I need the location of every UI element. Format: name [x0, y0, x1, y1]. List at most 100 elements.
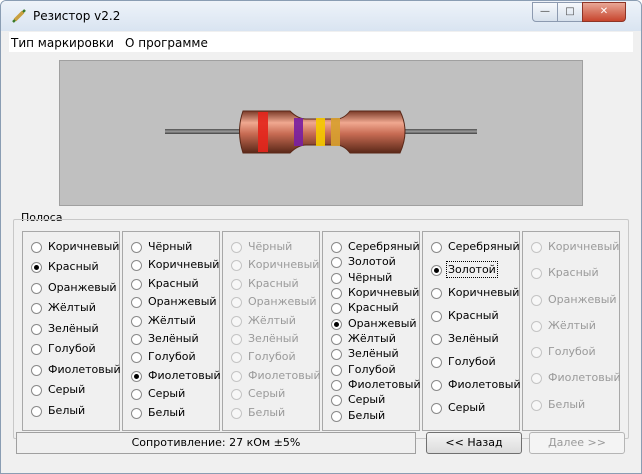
radio-button-icon[interactable]	[431, 380, 442, 391]
radio-button-icon[interactable]	[431, 265, 442, 276]
band-option-label: Фиолетовый	[248, 369, 321, 382]
band-option-label: Голубой	[248, 350, 296, 363]
radio-button-icon[interactable]	[31, 324, 42, 335]
radio-button-icon[interactable]	[331, 273, 342, 284]
radio-button-icon[interactable]	[31, 344, 42, 355]
radio-button-icon[interactable]	[31, 303, 42, 314]
band-option-label: Голубой	[148, 350, 196, 363]
radio-button-icon[interactable]	[331, 349, 342, 360]
band-option-label: Белый	[348, 409, 386, 422]
radio-button-icon[interactable]	[331, 365, 342, 376]
radio-button-icon[interactable]	[31, 262, 42, 273]
radio-button-icon[interactable]	[431, 357, 442, 368]
radio-button-icon[interactable]	[231, 316, 242, 327]
radio-button-icon[interactable]	[531, 400, 542, 411]
radio-button-icon[interactable]	[31, 242, 42, 253]
band-option-label: Коричневый	[448, 286, 520, 299]
radio-button-icon[interactable]	[531, 373, 542, 384]
radio-button-icon[interactable]	[331, 303, 342, 314]
radio-button-icon[interactable]	[231, 279, 242, 290]
resistor-lead-right	[405, 129, 477, 134]
band-option-label: Серый	[48, 383, 86, 396]
radio-button-icon[interactable]	[331, 288, 342, 299]
radio-button-icon[interactable]	[231, 389, 242, 400]
radio-button-icon[interactable]	[531, 268, 542, 279]
band-option-label: Красный	[248, 277, 299, 290]
radio-button-icon[interactable]	[131, 297, 142, 308]
radio-button-icon[interactable]	[231, 352, 242, 363]
radio-button-icon[interactable]	[131, 334, 142, 345]
radio-button-icon[interactable]	[531, 321, 542, 332]
radio-button-icon[interactable]	[431, 334, 442, 345]
back-button[interactable]: << Назад	[426, 432, 522, 454]
radio-button-icon[interactable]	[331, 319, 342, 330]
band-option-label: Белый	[148, 406, 186, 419]
radio-button-icon[interactable]	[131, 260, 142, 271]
band-option-label: Красный	[548, 266, 599, 279]
radio-button-icon[interactable]	[231, 371, 242, 382]
close-button[interactable]: ✕	[582, 2, 626, 22]
radio-button-icon[interactable]	[231, 297, 242, 308]
radio-button-icon[interactable]	[31, 406, 42, 417]
band-option-label: Чёрный	[348, 271, 393, 284]
band-column-5: Серебряный Золотой Коричневый Красный Зелёны…	[422, 231, 521, 431]
radio-button-icon[interactable]	[131, 352, 142, 363]
radio-button-icon[interactable]	[131, 408, 142, 419]
radio-button-icon[interactable]	[431, 242, 442, 253]
radio-button-icon[interactable]	[531, 242, 542, 253]
band-column-1: Коричневый Красный Оранжевый Жёлтый Зелёный Г…	[22, 231, 121, 431]
resistor-band-4	[331, 118, 340, 146]
resistor-app-icon	[12, 9, 26, 23]
radio-button-icon[interactable]	[331, 242, 342, 253]
maximize-button[interactable]: □	[557, 2, 583, 22]
radio-button-icon[interactable]	[431, 403, 442, 414]
radio-button-icon[interactable]	[431, 288, 442, 299]
radio-button-icon[interactable]	[331, 411, 342, 422]
radio-button-icon[interactable]	[131, 242, 142, 253]
next-button[interactable]: Далее >>	[529, 432, 625, 454]
title-bar[interactable]: Резистор v2.2 — □ ✕	[1, 1, 641, 31]
resistor-drawing	[165, 110, 477, 154]
radio-button-icon[interactable]	[531, 295, 542, 306]
radio-button-icon[interactable]	[531, 347, 542, 358]
band-option-label: Чёрный	[248, 240, 293, 253]
radio-button-icon[interactable]	[131, 389, 142, 400]
radio-button-icon[interactable]	[431, 311, 442, 322]
band-option-label: Коричневый	[148, 258, 220, 271]
band-option-label: Жёлтый	[348, 332, 396, 345]
resistor-preview	[59, 60, 583, 206]
menu-marking-type[interactable]: Тип маркировки	[11, 36, 114, 50]
band-option-label: Оранжевый	[348, 317, 417, 330]
radio-button-icon[interactable]	[231, 242, 242, 253]
band-option-label: Фиолетовый	[148, 369, 221, 382]
radio-button-icon[interactable]	[231, 260, 242, 271]
resistor-lead-left	[165, 129, 245, 134]
radio-button-icon[interactable]	[131, 279, 142, 290]
radio-button-icon[interactable]	[331, 395, 342, 406]
window-title: Резистор v2.2	[33, 9, 121, 23]
radio-button-icon[interactable]	[231, 408, 242, 419]
radio-button-icon[interactable]	[31, 283, 42, 294]
resistor-band-2	[294, 118, 303, 146]
radio-button-icon[interactable]	[31, 365, 42, 376]
band-option-label: Золотой	[446, 261, 498, 278]
radio-button-icon[interactable]	[331, 380, 342, 391]
band-option-label: Красный	[448, 309, 499, 322]
radio-button-icon[interactable]	[231, 334, 242, 345]
band-option-label: Зелёный	[448, 332, 499, 345]
band-option-label: Фиолетовый	[348, 378, 421, 391]
radio-button-icon[interactable]	[31, 385, 42, 396]
menu-about[interactable]: О программе	[125, 36, 208, 50]
radio-button-icon[interactable]	[331, 257, 342, 268]
radio-button-icon[interactable]	[331, 334, 342, 345]
band-column-2: Чёрный Коричневый Красный Оранжевый Жёлтый Зе…	[122, 231, 221, 431]
band-option-label: Оранжевый	[48, 281, 117, 294]
radio-button-icon[interactable]	[131, 371, 142, 382]
band-option-label: Голубой	[448, 355, 496, 368]
band-option-label: Коричневый	[548, 240, 620, 253]
radio-button-icon[interactable]	[131, 316, 142, 327]
minimize-button[interactable]: —	[532, 2, 558, 22]
band-option-label: Зелёный	[348, 347, 399, 360]
band-option-label: Зелёный	[148, 332, 199, 345]
band-option-label: Красный	[348, 301, 399, 314]
